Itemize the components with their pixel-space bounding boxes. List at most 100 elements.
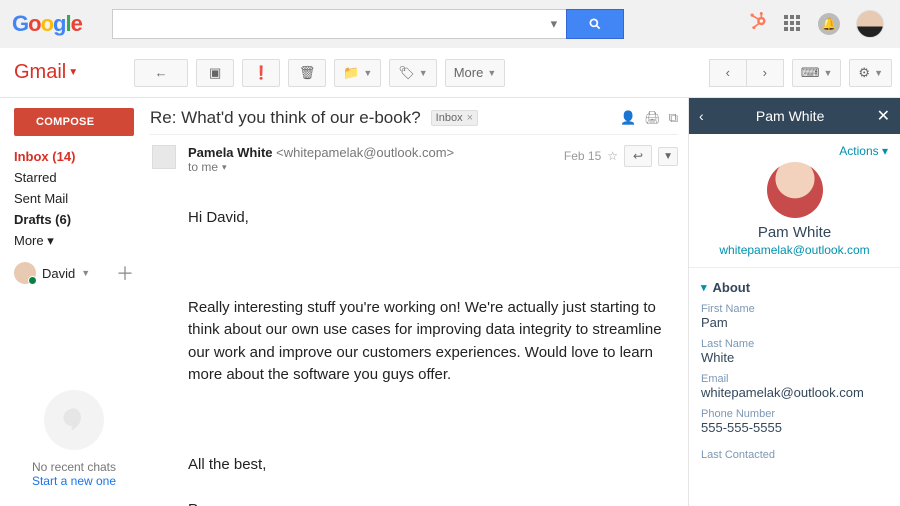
panel-close-icon[interactable]: ✕ bbox=[877, 106, 890, 126]
print-icon[interactable]: 🖨 bbox=[644, 110, 661, 126]
hangouts-icon bbox=[44, 390, 104, 450]
remove-label-icon[interactable]: × bbox=[467, 112, 473, 124]
field-lastname: White bbox=[701, 350, 888, 365]
gear-icon: ⚙ bbox=[858, 65, 870, 81]
field-firstname: Pam bbox=[701, 315, 888, 330]
more-button[interactable]: More▼ bbox=[445, 59, 506, 87]
caret-down-icon: ▼ bbox=[874, 68, 883, 78]
more-label: More bbox=[454, 65, 484, 80]
field-label-lastcontacted: Last Contacted bbox=[701, 449, 888, 461]
spam-icon: ❗ bbox=[253, 65, 269, 81]
new-chat-icon[interactable]: ＋ bbox=[116, 260, 134, 286]
caret-down-icon: ▼ bbox=[487, 68, 496, 78]
label-chip[interactable]: Inbox × bbox=[431, 110, 478, 126]
sidebar: COMPOSE Inbox (14) Starred Sent Mail Dra… bbox=[0, 98, 140, 506]
action-bar: Gmail ▼ ← ▣ ❗ 🗑 📁▼ 🏷▼ More▼ ‹ › ⌨▼ ⚙▼ bbox=[0, 48, 900, 98]
trash-icon: 🗑 bbox=[299, 65, 316, 81]
gmail-text: Gmail bbox=[14, 61, 66, 84]
from-address: <whitepamelak@outlook.com> bbox=[276, 145, 454, 160]
message-date: Feb 15 bbox=[564, 149, 601, 163]
top-bar: Google ▾ 🔔 bbox=[0, 0, 900, 48]
back-button[interactable]: ← bbox=[134, 59, 188, 87]
search-box: ▾ bbox=[112, 9, 624, 39]
about-section-toggle[interactable]: ▾ About bbox=[701, 280, 888, 295]
hangouts-empty-text: No recent chats bbox=[14, 460, 134, 474]
label-icon: 🏷 bbox=[398, 65, 415, 81]
profile-name: David bbox=[42, 266, 75, 281]
search-icon bbox=[588, 17, 602, 31]
panel-title: Pam White bbox=[704, 108, 877, 124]
nav-starred[interactable]: Starred bbox=[14, 167, 134, 188]
field-label-firstname: First Name bbox=[701, 303, 888, 315]
details-toggle-icon[interactable]: ▾ bbox=[222, 162, 227, 173]
profile-avatar bbox=[14, 262, 36, 284]
contact-avatar bbox=[767, 162, 823, 218]
google-logo[interactable]: Google bbox=[10, 11, 94, 37]
people-icon[interactable]: 👤 bbox=[620, 110, 636, 126]
archive-icon: ▣ bbox=[209, 65, 221, 81]
message-body: Really interesting stuff you're working … bbox=[188, 297, 678, 387]
account-avatar[interactable] bbox=[856, 10, 884, 38]
compose-button[interactable]: COMPOSE bbox=[14, 108, 134, 136]
caret-down-icon: ▼ bbox=[419, 68, 428, 78]
field-label-phone: Phone Number bbox=[701, 408, 888, 420]
archive-button[interactable]: ▣ bbox=[196, 59, 234, 87]
nav-inbox[interactable]: Inbox (14) bbox=[14, 146, 134, 167]
message-greeting: Hi David, bbox=[188, 207, 678, 230]
contact-email[interactable]: whitepamelak@outlook.com bbox=[701, 243, 888, 257]
chat-profile[interactable]: David ▼ ＋ bbox=[14, 260, 134, 286]
reply-button[interactable]: ↩ bbox=[624, 145, 652, 167]
caret-down-icon: ▼ bbox=[68, 67, 78, 78]
panel-header: ‹ Pam White ✕ bbox=[689, 98, 900, 134]
sender-avatar bbox=[152, 145, 176, 169]
nav-drafts[interactable]: Drafts (6) bbox=[14, 209, 134, 230]
back-arrow-icon: ← bbox=[155, 65, 168, 80]
spam-button[interactable]: ❗ bbox=[242, 59, 280, 87]
search-button[interactable] bbox=[566, 9, 624, 39]
message: Pamela White <whitepamelak@outlook.com> … bbox=[150, 134, 678, 506]
thread-view: Re: What'd you think of our e-book? Inbo… bbox=[140, 98, 688, 506]
pager: ‹ › bbox=[710, 59, 784, 87]
keyboard-icon: ⌨ bbox=[801, 65, 820, 81]
labels-button[interactable]: 🏷▼ bbox=[389, 59, 436, 87]
caret-down-icon: ▼ bbox=[81, 268, 90, 278]
actions-link[interactable]: Actions ▾ bbox=[839, 144, 888, 158]
star-icon[interactable]: ☆ bbox=[607, 149, 618, 163]
folder-icon: 📁 bbox=[343, 65, 359, 81]
field-label-lastname: Last Name bbox=[701, 338, 888, 350]
label-text: Inbox bbox=[436, 112, 463, 124]
message-closing: All the best, bbox=[188, 454, 678, 477]
moveto-button[interactable]: 📁▼ bbox=[334, 59, 381, 87]
from-name: Pamela White bbox=[188, 145, 273, 160]
nav-links: Inbox (14) Starred Sent Mail Drafts (6) … bbox=[14, 146, 134, 252]
field-email: whitepamelak@outlook.com bbox=[701, 385, 888, 400]
thread-subject: Re: What'd you think of our e-book? bbox=[150, 108, 421, 128]
field-phone: 555-555-5555 bbox=[701, 420, 888, 435]
field-label-email: Email bbox=[701, 373, 888, 385]
hangouts-area: No recent chats Start a new one bbox=[14, 380, 134, 506]
input-tools-button[interactable]: ⌨▼ bbox=[792, 59, 842, 87]
reply-menu-button[interactable]: ▼ bbox=[658, 147, 678, 166]
caret-down-icon: ▼ bbox=[824, 68, 833, 78]
apps-icon[interactable] bbox=[784, 15, 802, 33]
hubspot-panel: ‹ Pam White ✕ Actions ▾ Pam White whitep… bbox=[688, 98, 900, 506]
chevron-down-icon: ▾ bbox=[701, 281, 707, 294]
about-heading: About bbox=[713, 280, 751, 295]
next-button[interactable]: › bbox=[746, 59, 784, 87]
message-signature: Pam bbox=[188, 499, 678, 506]
settings-button[interactable]: ⚙▼ bbox=[849, 59, 892, 87]
to-line: to me bbox=[188, 160, 218, 174]
popout-icon[interactable]: ⧉ bbox=[669, 110, 678, 126]
gmail-label[interactable]: Gmail ▼ bbox=[14, 61, 82, 84]
thread-actions: 👤 🖨 ⧉ bbox=[620, 110, 678, 126]
search-dropdown-icon[interactable]: ▾ bbox=[542, 9, 566, 39]
hubspot-icon[interactable] bbox=[748, 11, 768, 37]
nav-more[interactable]: More ▾ bbox=[14, 230, 134, 252]
delete-button[interactable]: 🗑 bbox=[288, 59, 326, 87]
nav-sent[interactable]: Sent Mail bbox=[14, 188, 134, 209]
start-chat-link[interactable]: Start a new one bbox=[14, 474, 134, 488]
contact-name: Pam White bbox=[701, 224, 888, 241]
notifications-icon[interactable]: 🔔 bbox=[818, 13, 840, 35]
search-input[interactable] bbox=[112, 9, 542, 39]
prev-button[interactable]: ‹ bbox=[709, 59, 747, 87]
